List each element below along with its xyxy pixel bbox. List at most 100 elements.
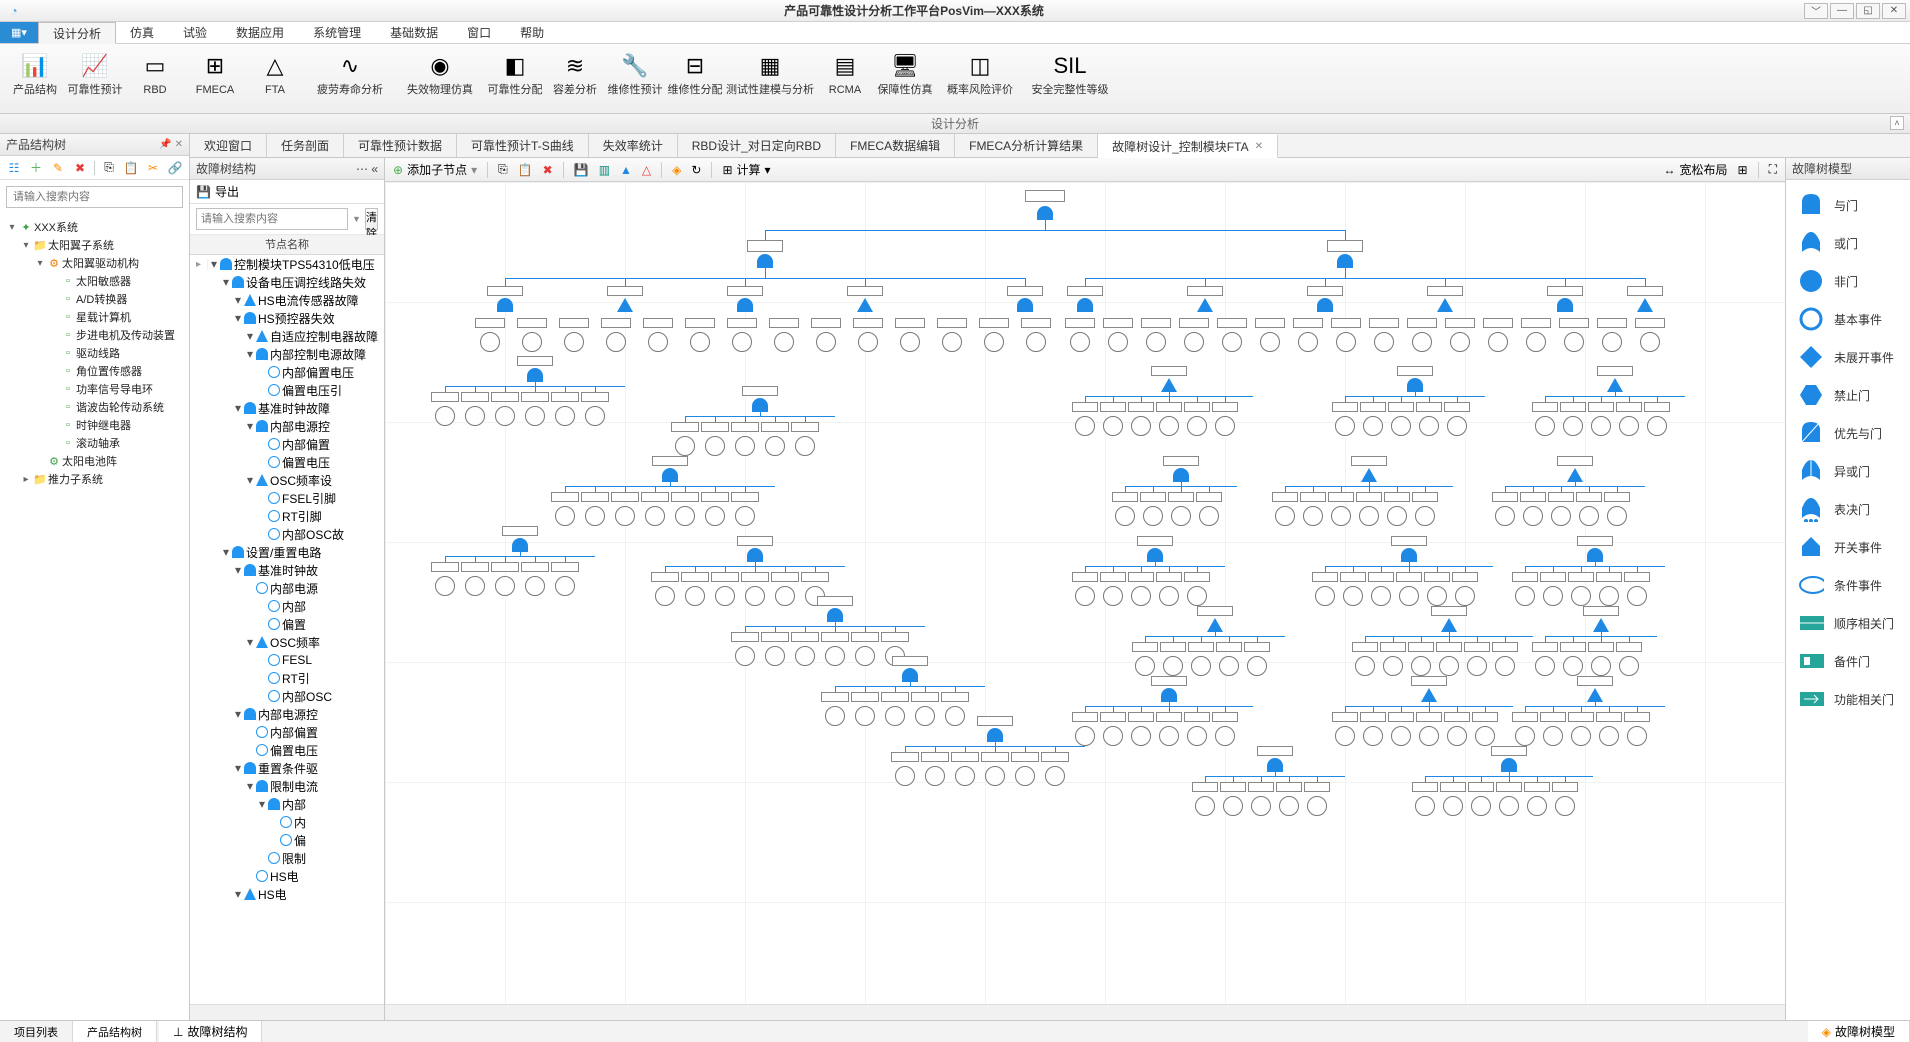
ft-basic-event[interactable] xyxy=(1564,332,1584,352)
ft-basic-event[interactable] xyxy=(774,332,794,352)
ft-basic-event[interactable] xyxy=(1391,416,1411,436)
ft-basic-event[interactable] xyxy=(1108,332,1128,352)
ft-basic-event[interactable] xyxy=(1215,726,1235,746)
ft-basic-event[interactable] xyxy=(1571,586,1591,606)
ft-basic-event[interactable] xyxy=(1159,726,1179,746)
ribbon-collapse-button[interactable]: ˄ xyxy=(1890,116,1904,130)
tree-item[interactable]: ▫星载计算机 xyxy=(2,308,187,326)
tree-item[interactable]: ▾⚙太阳翼驱动机构 xyxy=(2,254,187,272)
calculate-button[interactable]: ⊞ 计算 ▾ xyxy=(722,161,770,178)
ft-gate[interactable] xyxy=(497,298,513,312)
ft-node-box[interactable] xyxy=(1547,286,1583,296)
ft-basic-event[interactable] xyxy=(735,506,755,526)
ft-basic-event[interactable] xyxy=(765,436,785,456)
ft-basic-event[interactable] xyxy=(1495,656,1515,676)
menu-tab-6[interactable]: 窗口 xyxy=(453,22,506,43)
ft-node-box[interactable] xyxy=(1128,572,1154,582)
doc-tab[interactable]: 故障树设计_控制模块FTA✕ xyxy=(1098,134,1278,158)
ft-node-box[interactable] xyxy=(643,318,673,328)
ft-basic-event[interactable] xyxy=(1475,726,1495,746)
ft-basic-event[interactable] xyxy=(1579,506,1599,526)
ft-node-row[interactable]: 内部偏置电压 xyxy=(190,363,384,381)
ft-node-row[interactable]: FESL xyxy=(190,651,384,669)
window-minimize-button[interactable]: — xyxy=(1830,3,1854,19)
ft-node-box[interactable] xyxy=(761,422,789,432)
ft-basic-event[interactable] xyxy=(1619,416,1639,436)
palette-item-pand[interactable]: 优先与门 xyxy=(1790,414,1910,452)
window-close-button[interactable]: ✕ xyxy=(1882,3,1906,19)
ft-node-box[interactable] xyxy=(1597,366,1633,376)
ft-basic-event[interactable] xyxy=(765,646,785,666)
ft-node-box[interactable] xyxy=(1624,712,1650,722)
ft-basic-event[interactable] xyxy=(1419,726,1439,746)
ft-node-box[interactable] xyxy=(1132,642,1158,652)
ft-basic-event[interactable] xyxy=(1026,332,1046,352)
ft-node-box[interactable] xyxy=(1332,402,1358,412)
ft-node-box[interactable] xyxy=(671,492,699,502)
ft-node-box[interactable] xyxy=(1576,492,1602,502)
ft-basic-event[interactable] xyxy=(915,706,935,726)
ft-basic-event[interactable] xyxy=(1387,506,1407,526)
ft-node-box[interactable] xyxy=(1557,456,1593,466)
ft-node-box[interactable] xyxy=(1380,642,1406,652)
ft-node-box[interactable] xyxy=(1100,402,1126,412)
ft-node-box[interactable] xyxy=(475,318,505,328)
ft-node-box[interactable] xyxy=(1072,572,1098,582)
ft-node-box[interactable] xyxy=(881,632,909,642)
ft-node-row[interactable]: HS电 xyxy=(190,867,384,885)
ft-basic-event[interactable] xyxy=(1219,656,1239,676)
ft-basic-event[interactable] xyxy=(1171,506,1191,526)
ft-basic-event[interactable] xyxy=(1555,796,1575,816)
ft-basic-event[interactable] xyxy=(1627,586,1647,606)
ft-node-box[interactable] xyxy=(1331,318,1361,328)
ribbon-概率风险评价[interactable]: ◫概率风险评价 xyxy=(936,48,1024,109)
ft-basic-event[interactable] xyxy=(1607,506,1627,526)
ft-basic-event[interactable] xyxy=(1131,726,1151,746)
ft-node-box[interactable] xyxy=(737,536,773,546)
delete-node-button[interactable]: ✖ xyxy=(543,163,553,177)
menu-tab-5[interactable]: 基础数据 xyxy=(376,22,453,43)
ft-basic-event[interactable] xyxy=(564,332,584,352)
ft-node-box[interactable] xyxy=(1604,492,1630,502)
ft-gate[interactable] xyxy=(1437,298,1453,312)
ft-node-box[interactable] xyxy=(1351,456,1387,466)
ft-node-box[interactable] xyxy=(1559,318,1589,328)
ft-node-row[interactable]: 内部偏置 xyxy=(190,435,384,453)
palette-item-spare[interactable]: 备件门 xyxy=(1790,642,1910,680)
ft-basic-event[interactable] xyxy=(1159,586,1179,606)
doc-tab[interactable]: 欢迎窗口 xyxy=(190,134,267,157)
ft-node-box[interactable] xyxy=(1532,642,1558,652)
ft-node-box[interactable] xyxy=(1496,782,1522,792)
ft-node-row[interactable]: RT引脚 xyxy=(190,507,384,525)
ft-basic-event[interactable] xyxy=(1335,726,1355,746)
ft-node-box[interactable] xyxy=(461,562,489,572)
ft-node-box[interactable] xyxy=(517,318,547,328)
ft-node-box[interactable] xyxy=(1588,642,1614,652)
ft-basic-event[interactable] xyxy=(555,506,575,526)
menu-tab-3[interactable]: 数据应用 xyxy=(222,22,299,43)
cut-icon[interactable]: ✂ xyxy=(145,160,161,176)
close-icon[interactable]: ✕ xyxy=(1255,141,1263,152)
export-icon[interactable]: 💾 xyxy=(196,185,211,199)
ft-node-box[interactable] xyxy=(1216,642,1242,652)
ft-node-row[interactable]: FSEL引脚 xyxy=(190,489,384,507)
canvas-hscroll[interactable] xyxy=(385,1004,1785,1020)
ft-basic-event[interactable] xyxy=(1563,416,1583,436)
ft-node-box[interactable] xyxy=(1128,712,1154,722)
ft-node-row[interactable]: ▾内部电源控 xyxy=(190,705,384,723)
ft-node-box[interactable] xyxy=(1021,318,1051,328)
ft-node-box[interactable] xyxy=(1548,492,1574,502)
tree-item[interactable]: ⚙太阳电池阵 xyxy=(2,452,187,470)
ft-node-box[interactable] xyxy=(681,572,709,582)
ft-basic-event[interactable] xyxy=(984,332,1004,352)
ft-node-box[interactable] xyxy=(1212,712,1238,722)
ft-basic-event[interactable] xyxy=(480,332,500,352)
ft-node-row[interactable]: ▾HS电流传感器故障 xyxy=(190,291,384,309)
ft-basic-event[interactable] xyxy=(1415,506,1435,526)
ft-node-row[interactable]: 偏 xyxy=(190,831,384,849)
ft-node-box[interactable] xyxy=(1257,746,1293,756)
ft-node-box[interactable] xyxy=(491,562,519,572)
ft-node-box[interactable] xyxy=(1184,712,1210,722)
ft-node-box[interactable] xyxy=(685,318,715,328)
ft-node-box[interactable] xyxy=(1424,572,1450,582)
